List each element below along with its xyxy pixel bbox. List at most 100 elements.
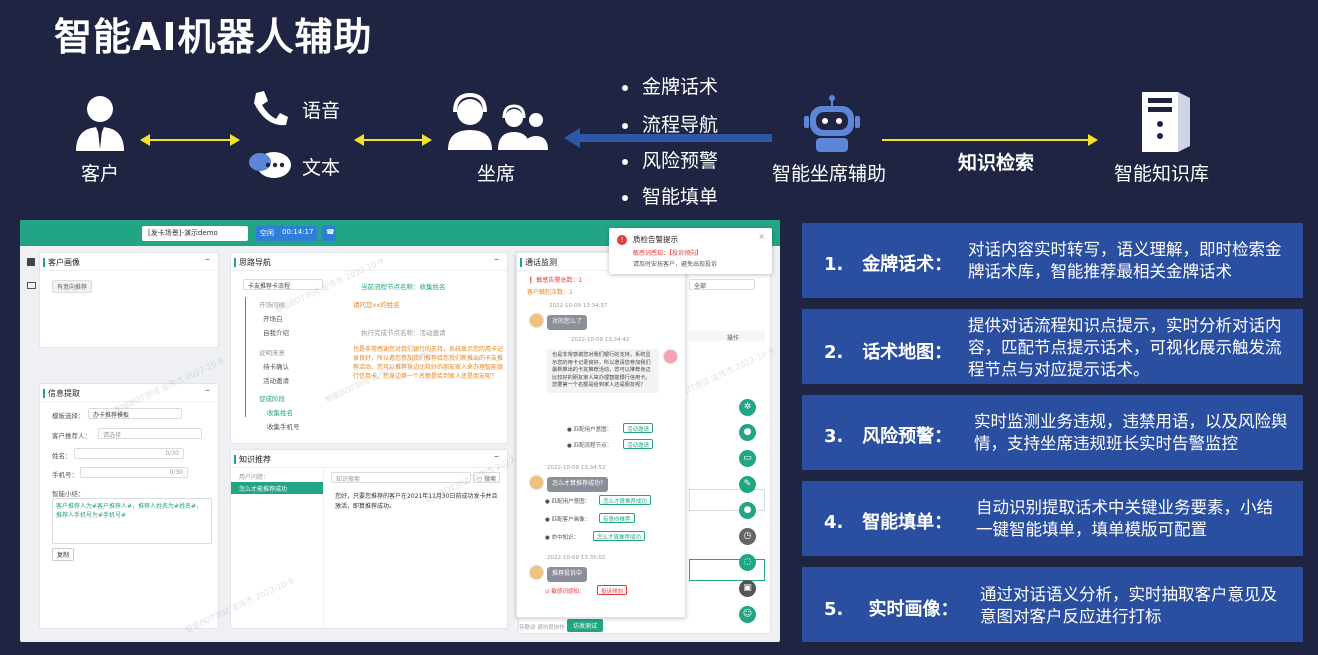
sensitive-perceive-row: ⊙ 敏感词感知： bbox=[545, 589, 585, 595]
phone-button[interactable]: ☎ bbox=[322, 226, 336, 241]
voice-label: 语音 bbox=[302, 100, 341, 122]
info-extract-card: 信息提取 – 模板选择： 办卡推荐模板 客户推荐人： 请选择 姓名： 0/30 手… bbox=[39, 383, 219, 629]
phone-field[interactable]: 0/30 bbox=[80, 467, 188, 478]
feature-1: 1. 金牌话术： 对话内容实时转写，语义理解，即时检索金牌话术库，智能推荐最相关… bbox=[802, 223, 1303, 298]
alert-line1: 敏感词感知：【投诉倾向】 bbox=[633, 250, 703, 257]
feature-2-desc: 提供对话流程知识点提示，实时分析对话内容，匹配节点提示话术，可视化展示触发流程节… bbox=[968, 316, 1282, 379]
chat-icon bbox=[249, 152, 291, 178]
alert-icon: ! bbox=[617, 235, 627, 245]
close-icon[interactable]: × bbox=[758, 232, 765, 241]
chat-bubble-icon[interactable]: ◌ bbox=[739, 554, 756, 571]
match-flow-row: ● 匹配流程节点： bbox=[567, 443, 613, 449]
monitor-icon[interactable] bbox=[27, 282, 36, 289]
send-test-button[interactable]: 坊发测试 bbox=[567, 619, 604, 632]
agent-icon bbox=[448, 92, 548, 150]
sensitive-count: ❗ 敏感告警总数：1 bbox=[527, 277, 583, 284]
knowledge-header: 知识推荐 bbox=[239, 455, 271, 464]
location-icon[interactable]: ● bbox=[739, 424, 756, 441]
customer-avatar bbox=[529, 313, 544, 328]
portrait-match-tag[interactable]: 有意向推荐 bbox=[599, 513, 635, 523]
doc-icon[interactable] bbox=[27, 258, 35, 266]
step-7[interactable]: 收集姓名 bbox=[267, 407, 293, 417]
customer-portrait-card: 客户画像 – 有意向推荐 bbox=[39, 252, 219, 348]
edit-icon[interactable]: ✎ bbox=[739, 476, 756, 493]
channel-agent-arrow bbox=[354, 134, 432, 146]
call-monitor-card: 通话监测 ❗ 敏感告警总数：1 客户触犯次数：1 2022-10-09 13:3… bbox=[516, 252, 686, 618]
customer-avatar-3 bbox=[529, 565, 544, 580]
feature-5-desc: 通过对话语义分析，实时抽取客户意见及意图对客户反应进行打标 bbox=[980, 585, 1277, 626]
robot-icon bbox=[804, 95, 860, 152]
time-1: 2022-10-09 13:34:37 bbox=[549, 303, 608, 309]
ops-header: 操作 bbox=[727, 335, 740, 342]
clock-icon[interactable]: ◷ bbox=[739, 528, 756, 545]
customer-avatar-2 bbox=[529, 475, 544, 490]
quality-alert-popup: ! 质检告警提示 敏感词感知：【投诉倾向】 请及时安抚客户，避免出现投诉 × bbox=[609, 228, 772, 274]
step-2[interactable]: 自我介绍 bbox=[263, 327, 289, 337]
knowledge-hit-tag[interactable]: 怎么才算推荐成功 bbox=[593, 531, 646, 541]
template-label: 模板选择： bbox=[52, 412, 85, 420]
bullet-gold-script: 金牌话术 bbox=[622, 72, 718, 99]
name-field[interactable]: 0/30 bbox=[74, 448, 184, 459]
step-3[interactable]: 说明来意 bbox=[259, 347, 285, 357]
match-user-tag[interactable]: 活动邀请 bbox=[623, 423, 654, 433]
assistant-label: 智能坐席辅助 bbox=[772, 163, 887, 185]
assistant-to-agent-arrow bbox=[564, 128, 772, 148]
image-icon[interactable]: ▣ bbox=[739, 580, 756, 597]
step-5[interactable]: 活动邀请 bbox=[263, 375, 289, 385]
user-icon[interactable]: ● bbox=[739, 502, 756, 519]
copy-button[interactable]: 复制 bbox=[52, 548, 75, 561]
message-icon[interactable]: ▭ bbox=[739, 450, 756, 467]
summary-textarea[interactable]: 客户推荐人为#客户推荐人#，推荐人姓名为#姓名#，推荐人手机号为#手机号# bbox=[52, 498, 212, 544]
customer-agent-arrow bbox=[140, 134, 240, 146]
step-8[interactable]: 收集手机号 bbox=[267, 421, 300, 431]
agent-avatar bbox=[663, 349, 678, 364]
feature-4-title: 4. 智能填单： bbox=[824, 512, 953, 533]
customer-icon bbox=[76, 96, 124, 151]
match-user-tag-2[interactable]: 怎么才算推荐成功 bbox=[599, 495, 652, 505]
customer-label: 客户 bbox=[80, 163, 119, 185]
phone-icon bbox=[254, 91, 288, 126]
feature-5-title: 5. 实时画像： bbox=[824, 599, 959, 620]
feature-3: 3. 风险预警： 实时监测业务违规，违禁用语，以及风险舆情，支持坐席违规班长实时… bbox=[802, 395, 1303, 470]
bullet-smart-form: 智能填单 bbox=[622, 182, 718, 209]
feature-4: 4. 智能填单： 自动识别提取话术中关键业务要素，小结一键智能填单，填单模版可配… bbox=[802, 481, 1303, 556]
feature-1-desc: 对话内容实时转写，语义理解，即时检索金牌话术库，智能推荐最相关金牌话术 bbox=[968, 240, 1282, 281]
thinking-nav-header: 思路导航 bbox=[239, 258, 271, 267]
match-portrait-row: ● 匹配客户画像： bbox=[545, 517, 591, 523]
complaint-tag[interactable]: 投诉倾向 bbox=[597, 585, 628, 595]
robot-mini-icon[interactable]: ☺ bbox=[739, 606, 756, 623]
knowledge-answer: 您好，只要您推荐的客户在2021年11月30日前成功发卡并且激活，即算推荐成功。 bbox=[335, 493, 498, 510]
done-node: 执行完成节点名称：活动邀请 bbox=[361, 329, 446, 337]
feature-3-title: 3. 风险预警： bbox=[824, 426, 953, 447]
knowledge-search-input[interactable]: 知识搜索 bbox=[331, 472, 471, 483]
settings-icon[interactable]: ✲ bbox=[739, 399, 756, 416]
filter-select[interactable]: 全部 bbox=[689, 279, 755, 290]
name-label: 姓名： bbox=[52, 452, 72, 460]
scene-select[interactable]: [发卡场景]-演示demo bbox=[142, 226, 248, 241]
match-user-row: ● 匹配用户意图： bbox=[567, 427, 613, 433]
agent-assist-screenshot: [发卡场景]-演示demo 空闲 00:14:17 ☎ ! 质检告警提示 敏感词… bbox=[20, 220, 780, 642]
knowledge-item[interactable]: 怎么才能推荐成功 bbox=[231, 482, 323, 494]
message-2: 也是非常感谢您对我们银行的支持，系统显示您的用卡记录良好，所以邀请您参加我们最新… bbox=[547, 349, 659, 393]
ask-name-script: 请问您xx的姓名 bbox=[353, 301, 400, 309]
template-select[interactable]: 办卡推荐模板 bbox=[88, 408, 182, 419]
info-extract-header: 信息提取 bbox=[48, 389, 80, 398]
match-flow-tag[interactable]: 活动邀请 bbox=[623, 439, 654, 449]
call-timer: 00:14:17 bbox=[278, 226, 318, 241]
time-4: 2022-10-09 13:35:02 bbox=[547, 555, 606, 561]
message-1: 对的您么了 bbox=[547, 315, 588, 330]
agent-label: 坐席 bbox=[476, 163, 515, 185]
referrer-label: 客户推荐人： bbox=[52, 432, 91, 440]
status-button[interactable]: 空闲 bbox=[256, 226, 278, 241]
feature-2-title: 2. 话术地图： bbox=[824, 342, 953, 363]
feature-4-desc: 自动识别提取话术中关键业务要素，小结一键智能填单，填单模版可配置 bbox=[976, 498, 1273, 539]
referrer-select[interactable]: 请选择 bbox=[98, 428, 202, 439]
page-title: 智能AI机器人辅助 bbox=[54, 15, 373, 59]
summary-label: 智能小结： bbox=[52, 490, 85, 498]
step-6[interactable]: 促成阶段 bbox=[259, 393, 285, 403]
bullet-flow-nav: 流程导航 bbox=[622, 110, 718, 137]
portrait-header: 客户画像 bbox=[48, 258, 80, 267]
current-node: 当前流程节点名称：收集姓名 bbox=[361, 283, 446, 291]
hit-knowledge-row: ● 命中知识： bbox=[545, 535, 580, 541]
step-4[interactable]: 持卡确认 bbox=[263, 361, 289, 371]
